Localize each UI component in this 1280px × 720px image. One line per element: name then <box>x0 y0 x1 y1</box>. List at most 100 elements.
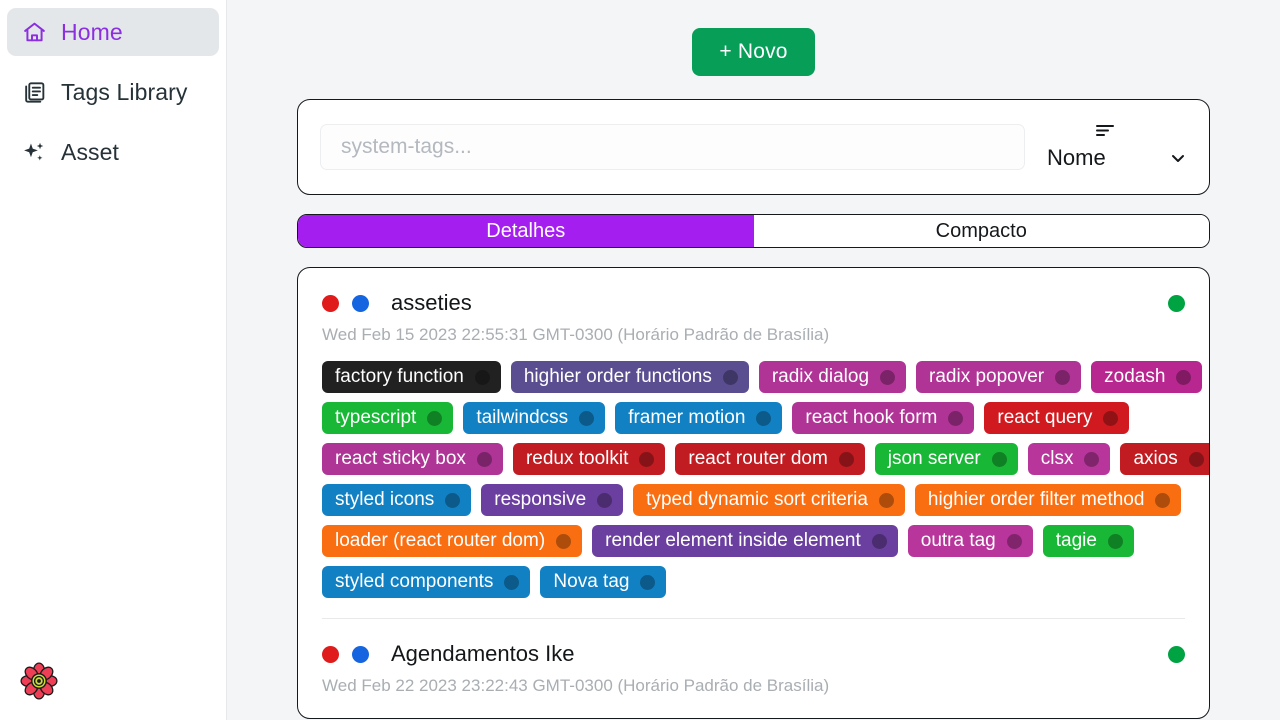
tag-color-dot <box>879 493 894 508</box>
tag-label: react sticky box <box>335 448 466 470</box>
tag-chip[interactable]: axios <box>1120 443 1210 475</box>
tag-list: factory function highier order functions… <box>322 361 1185 598</box>
sort-value-label: Nome <box>1047 145 1169 171</box>
tag-color-dot <box>1108 534 1123 549</box>
tag-row: styled icons responsive typed dynamic so… <box>322 484 1185 516</box>
tag-label: responsive <box>494 489 586 511</box>
asset-card-header: Agendamentos Ike <box>322 641 1185 667</box>
tag-chip[interactable]: react hook form <box>792 402 974 434</box>
card-divider <box>322 618 1185 619</box>
status-dot <box>1168 646 1185 663</box>
tag-color-dot <box>1055 370 1070 385</box>
tab-detalhes[interactable]: Detalhes <box>298 215 754 247</box>
tag-label: typescript <box>335 407 416 429</box>
tag-label: typed dynamic sort criteria <box>646 489 868 511</box>
tag-label: tailwindcss <box>476 407 568 429</box>
new-button-row: + Novo <box>297 0 1210 76</box>
tag-label: react router dom <box>688 448 827 470</box>
main-content: + Novo Nome <box>227 0 1280 720</box>
tag-color-dot <box>427 411 442 426</box>
tag-color-dot <box>1103 411 1118 426</box>
home-icon <box>21 19 47 45</box>
tag-chip[interactable]: highier order filter method <box>915 484 1182 516</box>
tag-label: tagie <box>1056 530 1097 552</box>
tag-color-dot <box>477 452 492 467</box>
tag-chip[interactable]: typed dynamic sort criteria <box>633 484 905 516</box>
tag-chip[interactable]: json server <box>875 443 1018 475</box>
tag-label: loader (react router dom) <box>335 530 545 552</box>
tag-chip[interactable]: styled icons <box>322 484 471 516</box>
tag-row: styled components Nova tag <box>322 566 1185 598</box>
tag-color-dot <box>1155 493 1170 508</box>
new-button[interactable]: + Novo <box>692 28 814 76</box>
tag-chip[interactable]: Nova tag <box>540 566 666 598</box>
tag-label: redux toolkit <box>526 448 628 470</box>
tag-chip[interactable]: tagie <box>1043 525 1134 557</box>
tag-chip[interactable]: zodash <box>1091 361 1202 393</box>
tag-chip[interactable]: tailwindcss <box>463 402 605 434</box>
tag-label: clsx <box>1041 448 1074 470</box>
tag-label: radix dialog <box>772 366 869 388</box>
asset-list-panel: asseties Wed Feb 15 2023 22:55:31 GMT-03… <box>297 267 1210 719</box>
tag-chip[interactable]: clsx <box>1028 443 1111 475</box>
tag-color-dot <box>639 452 654 467</box>
tag-label: axios <box>1133 448 1177 470</box>
tag-chip[interactable]: redux toolkit <box>513 443 665 475</box>
tag-label: framer motion <box>628 407 745 429</box>
tag-color-dot <box>475 370 490 385</box>
tag-chip[interactable]: loader (react router dom) <box>322 525 582 557</box>
tag-chip[interactable]: outra tag <box>908 525 1033 557</box>
asset-card-date: Wed Feb 22 2023 23:22:43 GMT-0300 (Horár… <box>322 676 1185 696</box>
tag-label: react query <box>997 407 1092 429</box>
asset-card-title: asseties <box>391 290 1168 316</box>
tag-color-dot <box>556 534 571 549</box>
tag-color-dot <box>992 452 1007 467</box>
tag-row: react sticky box redux toolkit react rou… <box>322 443 1185 475</box>
search-panel: Nome <box>297 99 1210 195</box>
tag-color-dot <box>1007 534 1022 549</box>
tag-chip[interactable]: typescript <box>322 402 453 434</box>
sidebar-item-asset[interactable]: Asset <box>7 128 219 176</box>
sort-control[interactable]: Nome <box>1039 123 1187 171</box>
sort-descending-icon[interactable] <box>1095 123 1115 143</box>
sidebar-item-label: Home <box>61 19 123 46</box>
tag-chip[interactable]: framer motion <box>615 402 782 434</box>
color-dot-red <box>322 295 339 312</box>
tag-color-dot <box>579 411 594 426</box>
color-dot-blue <box>352 646 369 663</box>
tag-color-dot <box>872 534 887 549</box>
asset-card[interactable]: Agendamentos Ike Wed Feb 22 2023 23:22:4… <box>322 641 1185 696</box>
tag-label: factory function <box>335 366 464 388</box>
sparkle-icon <box>21 139 47 165</box>
search-input[interactable] <box>320 124 1025 170</box>
sidebar-item-tags-library[interactable]: Tags Library <box>7 68 219 116</box>
sidebar-item-label: Tags Library <box>61 79 187 106</box>
asset-card-date: Wed Feb 15 2023 22:55:31 GMT-0300 (Horár… <box>322 325 1185 345</box>
view-mode-tabs: Detalhes Compacto <box>297 214 1210 248</box>
sort-select[interactable]: Nome <box>1047 145 1187 171</box>
tag-chip[interactable]: radix dialog <box>759 361 906 393</box>
flower-logo-icon <box>18 660 60 702</box>
tag-label: render element inside element <box>605 530 861 552</box>
asset-card[interactable]: asseties Wed Feb 15 2023 22:55:31 GMT-03… <box>322 290 1185 598</box>
sidebar-item-home[interactable]: Home <box>7 8 219 56</box>
tab-compacto[interactable]: Compacto <box>754 215 1210 247</box>
tag-chip[interactable]: render element inside element <box>592 525 898 557</box>
tag-label: json server <box>888 448 981 470</box>
chevron-down-icon[interactable] <box>1169 149 1187 167</box>
tag-chip[interactable]: react router dom <box>675 443 864 475</box>
tag-label: highier order functions <box>524 366 712 388</box>
tag-chip[interactable]: highier order functions <box>511 361 749 393</box>
tag-chip[interactable]: responsive <box>481 484 623 516</box>
tag-chip[interactable]: react sticky box <box>322 443 503 475</box>
tag-chip[interactable]: radix popover <box>916 361 1081 393</box>
tag-color-dot <box>839 452 854 467</box>
tag-color-dot <box>640 575 655 590</box>
tag-chip[interactable]: styled components <box>322 566 530 598</box>
tag-color-dot <box>948 411 963 426</box>
tag-chip[interactable]: react query <box>984 402 1129 434</box>
tag-color-dot <box>504 575 519 590</box>
tag-row: factory function highier order functions… <box>322 361 1185 393</box>
color-dot-red <box>322 646 339 663</box>
tag-chip[interactable]: factory function <box>322 361 501 393</box>
